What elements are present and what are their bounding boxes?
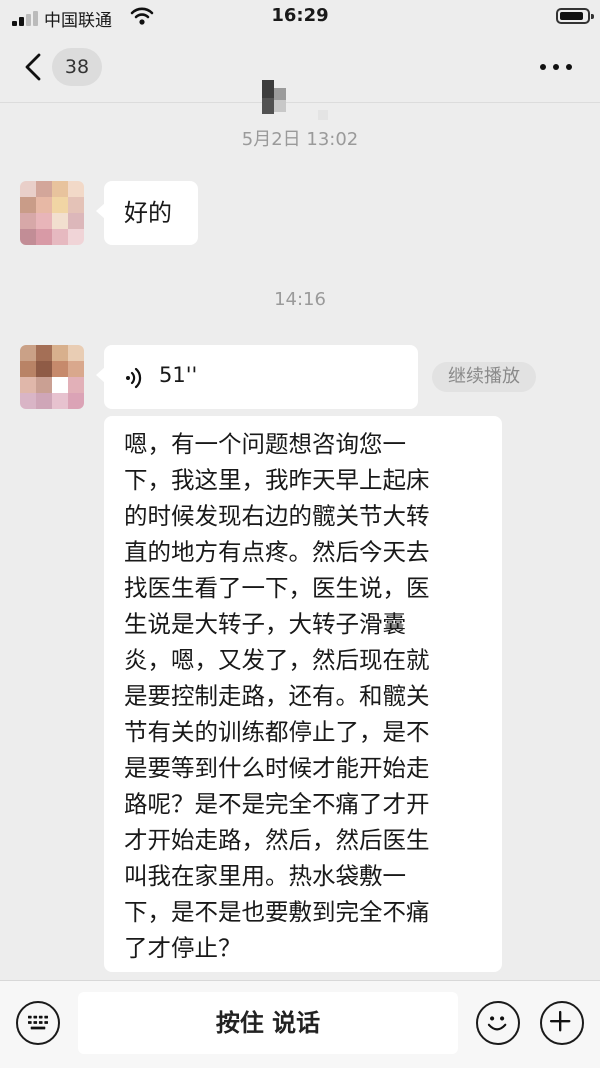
- message-text: 好的: [124, 199, 172, 227]
- transcript-line: 生说是大转子，大转子滑囊: [124, 610, 406, 638]
- transcript-line: 了才停止？: [124, 934, 242, 962]
- transcript-line: 叫我在家里用。热水袋敷一: [124, 862, 406, 890]
- transcript-line: 找医生看了一下，医生说，医: [124, 574, 430, 602]
- message-timestamp: 14:16: [274, 289, 326, 310]
- voice-transcript-bubble: 嗯，有一个问题想咨询您一 下，我这里，我昨天早上起床 的时候发现右边的髋关节大转…: [104, 416, 502, 972]
- message-bubble[interactable]: 好的: [96, 181, 198, 245]
- battery-icon: [556, 8, 594, 24]
- voice-message-bubble[interactable]: 51'': [96, 345, 418, 409]
- transcript-line: 直的地方有点疼。然后今天去: [124, 538, 430, 566]
- keyboard-icon[interactable]: [16, 1001, 60, 1045]
- transcript-line: 才开始走路，然后，然后医生: [124, 826, 430, 854]
- more-dots-icon[interactable]: [540, 64, 574, 72]
- status-time: 16:29: [271, 5, 329, 26]
- contact-name-blurred: [262, 80, 328, 120]
- chevron-left-icon[interactable]: [20, 51, 48, 83]
- transcript-line: 节有关的训练都停止了，是不: [124, 718, 430, 746]
- plus-icon[interactable]: [540, 1001, 584, 1045]
- hold-to-talk-button[interactable]: 按住 说话: [78, 992, 458, 1054]
- chat-header: 38: [0, 34, 600, 120]
- transcript-text: 嗯，有一个问题想咨询您一 下，我这里，我昨天早上起床 的时候发现右边的髋关节大转…: [104, 416, 502, 966]
- transcript-line: 是要等到什么时候才能开始走: [124, 754, 430, 782]
- emoji-icon[interactable]: [476, 1001, 520, 1045]
- input-bar: 按住 说话: [0, 980, 600, 1068]
- transcript-line: 是要控制走路，还有。和髋关: [124, 682, 430, 710]
- transcript-line: 的时候发现右边的髋关节大转: [124, 502, 430, 530]
- avatar[interactable]: [20, 345, 84, 409]
- transcript-line: 嗯，有一个问题想咨询您一: [124, 430, 406, 458]
- transcript-line: 下，我这里，我昨天早上起床: [124, 466, 430, 494]
- transcript-line: 下，是不是也要敷到完全不痛: [124, 898, 430, 926]
- message-timestamp: 5月2日 13:02: [241, 129, 359, 150]
- voice-wave-icon: [126, 367, 142, 389]
- continue-play-button[interactable]: 继续播放: [432, 362, 536, 392]
- transcript-line: 路呢？是不是完全不痛了才开: [124, 790, 430, 818]
- status-bar: 中国联通 16:29: [0, 0, 600, 34]
- transcript-line: 炎，嗯，又发了，然后现在就: [124, 646, 430, 674]
- voice-duration: 51'': [159, 363, 198, 387]
- unread-count-badge[interactable]: 38: [52, 48, 102, 86]
- avatar[interactable]: [20, 181, 84, 245]
